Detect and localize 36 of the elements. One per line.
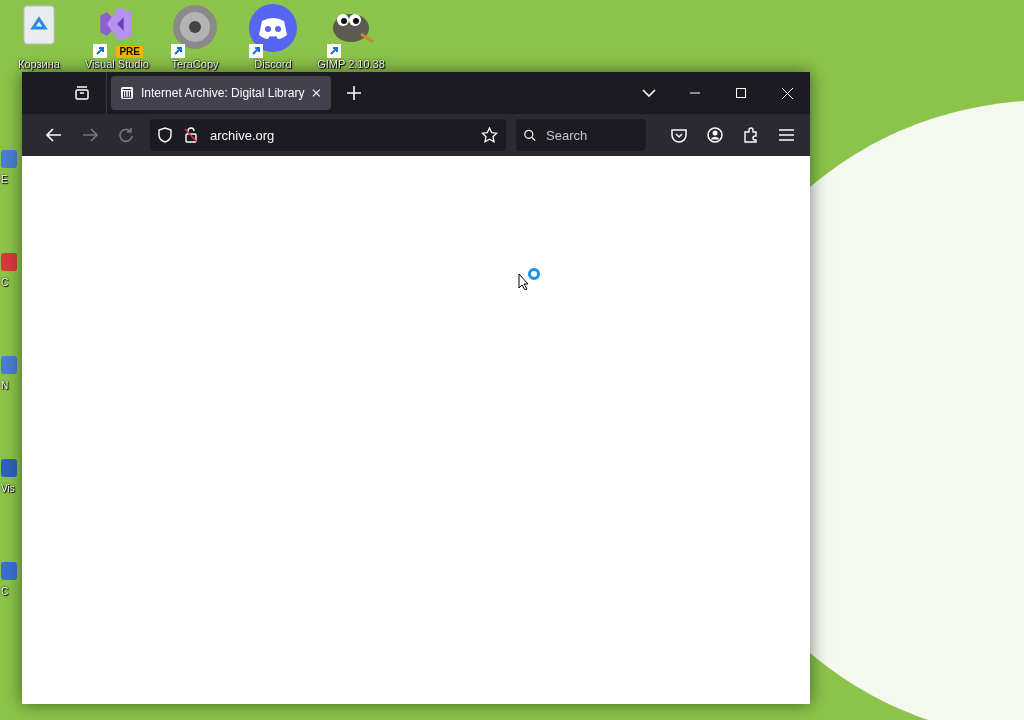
desktop-icon-label[interactable]: Visual Studio [85, 58, 149, 70]
url-text: archive.org [210, 127, 275, 143]
desktop-icon-label[interactable]: N [1, 380, 9, 391]
reload-icon[interactable] [118, 127, 134, 143]
chevron-down-icon[interactable] [642, 89, 656, 97]
desktop-icon-label[interactable]: E [1, 174, 8, 185]
menu-icon[interactable] [779, 129, 794, 141]
desktop-icon-label[interactable]: C [1, 586, 9, 597]
back-arrow-icon[interactable] [46, 128, 62, 142]
search-bar[interactable]: Search [516, 119, 646, 151]
desktop-icon-label[interactable]: Discord [254, 58, 292, 70]
disc-icon[interactable] [172, 4, 218, 50]
browser-tab[interactable]: Internet Archive: Digital Library [111, 76, 331, 110]
desktop-icon-label[interactable]: Vis [1, 483, 15, 494]
new-tab-icon[interactable] [347, 86, 361, 100]
pocket-icon[interactable] [671, 127, 687, 143]
search-icon [524, 127, 536, 143]
chat-bubble-icon[interactable] [249, 4, 297, 52]
puzzle-piece-icon[interactable] [743, 127, 759, 143]
preview-badge: PRE [116, 46, 143, 58]
tab-list-icon[interactable] [74, 85, 90, 101]
close-icon[interactable] [781, 87, 793, 99]
address-bar[interactable]: archive.org [150, 119, 506, 151]
account-icon[interactable] [707, 127, 723, 143]
desktop-icon-label[interactable]: Корзина [18, 58, 60, 70]
desktop-icon-label[interactable]: TeraCopy [171, 58, 219, 70]
search-input[interactable]: Search [544, 126, 638, 144]
close-tab-icon[interactable] [312, 88, 321, 98]
desktop-icon-label[interactable]: C [1, 277, 9, 288]
forward-arrow-icon[interactable] [82, 128, 98, 142]
insecure-lock-icon[interactable] [184, 127, 198, 143]
star-icon[interactable] [481, 127, 498, 143]
library-icon [121, 86, 133, 100]
shield-icon[interactable] [158, 127, 172, 143]
maximize-icon[interactable] [736, 88, 746, 98]
desktop-icon-label[interactable]: GIMP 2.10.38 [317, 58, 385, 70]
